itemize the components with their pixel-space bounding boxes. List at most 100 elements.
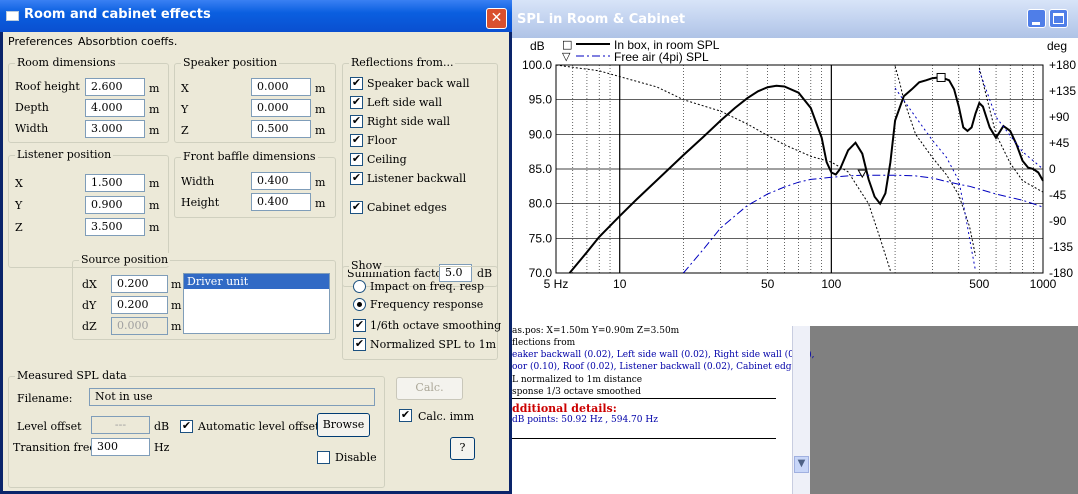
- unit-label: m: [149, 124, 160, 137]
- reflection-label: Cabinet edges: [367, 201, 447, 214]
- unit-label: m: [149, 199, 160, 212]
- level-offset-input: ---: [91, 416, 150, 434]
- browse-button[interactable]: Browse: [317, 413, 370, 437]
- help-button[interactable]: ?: [450, 437, 475, 460]
- speaker-x-input[interactable]: 0.000: [251, 78, 311, 96]
- speaker-y-input[interactable]: 0.000: [251, 99, 311, 117]
- legend-label: Free air (4pi) SPL: [614, 50, 709, 64]
- transition-freq-label: Transition freq.: [13, 441, 100, 454]
- unit-label: m: [149, 82, 160, 95]
- listener-y-input[interactable]: 0.900: [85, 196, 145, 214]
- y-tick-label: 90.0: [529, 127, 553, 141]
- calc-button[interactable]: Calc.: [396, 377, 463, 400]
- y2-tick-label: +180: [1049, 58, 1076, 72]
- reflection-checkbox[interactable]: ✔: [350, 201, 363, 214]
- dialog-client: Preferences Absorbtion coeffs. Room dime…: [3, 32, 509, 491]
- reflection-checkbox[interactable]: ✔: [350, 153, 363, 166]
- db-unit-label: dB: [154, 420, 170, 433]
- group-title: Source position: [79, 253, 171, 266]
- baffle-width-label: Width: [181, 175, 215, 188]
- source-position-group: Source position dX 0.200 m dY 0.200 m dZ…: [72, 253, 336, 340]
- y2-tick-label: -135: [1049, 240, 1073, 254]
- baffle-height-input[interactable]: 0.400: [251, 193, 311, 211]
- source-dy-input[interactable]: 0.200: [111, 296, 168, 314]
- y-tick-label: 80.0: [529, 197, 553, 211]
- roof-height-input[interactable]: 2.600: [85, 78, 145, 96]
- baffle-height-label: Height: [181, 196, 220, 209]
- reflection-label: Speaker back wall: [367, 77, 470, 90]
- transition-freq-input[interactable]: 300: [91, 438, 150, 456]
- y-tick-label: 85.0: [529, 162, 553, 176]
- group-title: Room dimensions: [15, 56, 118, 69]
- y2-tick-label: +135: [1049, 84, 1076, 98]
- front-baffle-group: Front baffle dimensions Width 0.400 m He…: [174, 150, 336, 218]
- x-tick-label: 100: [821, 277, 841, 291]
- room-cabinet-dialog: Room and cabinet effects ✕ Preferences A…: [0, 0, 512, 494]
- y-tick-label: 100.0: [522, 58, 552, 72]
- radio-frequency-response[interactable]: [353, 298, 366, 311]
- show-group: Show Impact on freq. resp Frequency resp…: [342, 259, 501, 360]
- x-tick-label: 50: [761, 277, 775, 291]
- scroll-down-icon[interactable]: ▼: [794, 456, 809, 473]
- source-dz-label: dZ: [82, 320, 97, 333]
- baffle-width-input[interactable]: 0.400: [251, 172, 311, 190]
- reflection-label: Floor: [367, 134, 397, 147]
- reflection-checkbox[interactable]: ✔: [350, 172, 363, 185]
- disable-checkbox[interactable]: [317, 451, 330, 464]
- menu-absorption-coeffs[interactable]: Absorbtion coeffs.: [78, 35, 177, 48]
- normalized-checkbox[interactable]: ✔: [353, 338, 366, 351]
- speaker-y-label: Y: [181, 103, 189, 116]
- y-axis-unit: dB: [530, 39, 545, 53]
- disable-label: Disable: [335, 451, 377, 464]
- source-listbox[interactable]: Driver unit: [183, 273, 330, 334]
- group-title: Show: [349, 259, 384, 272]
- speaker-z-input[interactable]: 0.500: [251, 120, 311, 138]
- dialog-title: Room and cabinet effects: [24, 7, 211, 22]
- menu-preferences[interactable]: Preferences: [8, 35, 73, 48]
- report-line: sponse 1/3 octave smoothed: [512, 387, 641, 397]
- unit-label: m: [149, 221, 160, 234]
- depth-input[interactable]: 4.000: [85, 99, 145, 117]
- reflection-checkbox[interactable]: ✔: [350, 134, 363, 147]
- report-scrollbar[interactable]: ▼: [792, 326, 810, 494]
- maximize-button[interactable]: [1049, 9, 1068, 28]
- normalized-label: Normalized SPL to 1m: [370, 338, 497, 351]
- radio-impact[interactable]: [353, 280, 366, 293]
- source-dx-input[interactable]: 0.200: [111, 275, 168, 293]
- source-dy-label: dY: [82, 299, 97, 312]
- roof-height-label: Roof height: [15, 80, 80, 93]
- unit-label: m: [315, 103, 326, 116]
- list-item-driver-unit[interactable]: Driver unit: [184, 274, 329, 289]
- unit-label: m: [149, 103, 160, 116]
- in-box-marker: [936, 72, 946, 82]
- unit-label: m: [149, 177, 160, 190]
- reflection-label: Ceiling: [367, 153, 407, 166]
- reflection-checkbox[interactable]: ✔: [350, 77, 363, 90]
- smoothing-checkbox[interactable]: ✔: [353, 319, 366, 332]
- y2-tick-label: +45: [1049, 136, 1070, 150]
- filename-field: Not in use: [89, 388, 375, 406]
- listener-y-label: Y: [15, 199, 23, 212]
- group-title: Reflections from...: [349, 56, 456, 69]
- report-line: dB points: 50.92 Hz , 594.70 Hz: [512, 415, 658, 425]
- spl-window-title: SPL in Room & Cabinet: [517, 12, 686, 27]
- group-title: Front baffle dimensions: [181, 150, 318, 163]
- reflection-label: Right side wall: [367, 115, 451, 128]
- spl-window: SPL in Room & Cabinet 100.0 95.0 90.0 85.0 8…: [512, 0, 1078, 494]
- y2-tick-label: 0: [1049, 162, 1056, 176]
- reflection-label: Listener backwall: [367, 172, 467, 185]
- calc-imm-checkbox[interactable]: ✔: [399, 409, 412, 422]
- calc-imm-label: Calc. imm: [418, 410, 475, 423]
- report-panel: as.pos: X=1.50m Y=0.90m Z=3.50m flections…: [512, 326, 815, 494]
- maximize-icon: [1053, 13, 1064, 24]
- source-dx-label: dX: [82, 278, 97, 291]
- depth-label: Depth: [15, 101, 49, 114]
- auto-level-checkbox[interactable]: ✔: [180, 420, 193, 433]
- width-input[interactable]: 3.000: [85, 120, 145, 138]
- minimize-button[interactable]: [1027, 9, 1046, 28]
- listener-z-input[interactable]: 3.500: [85, 218, 145, 236]
- close-button[interactable]: ✕: [486, 8, 507, 29]
- reflection-checkbox[interactable]: ✔: [350, 96, 363, 109]
- reflection-checkbox[interactable]: ✔: [350, 115, 363, 128]
- listener-x-input[interactable]: 1.500: [85, 174, 145, 192]
